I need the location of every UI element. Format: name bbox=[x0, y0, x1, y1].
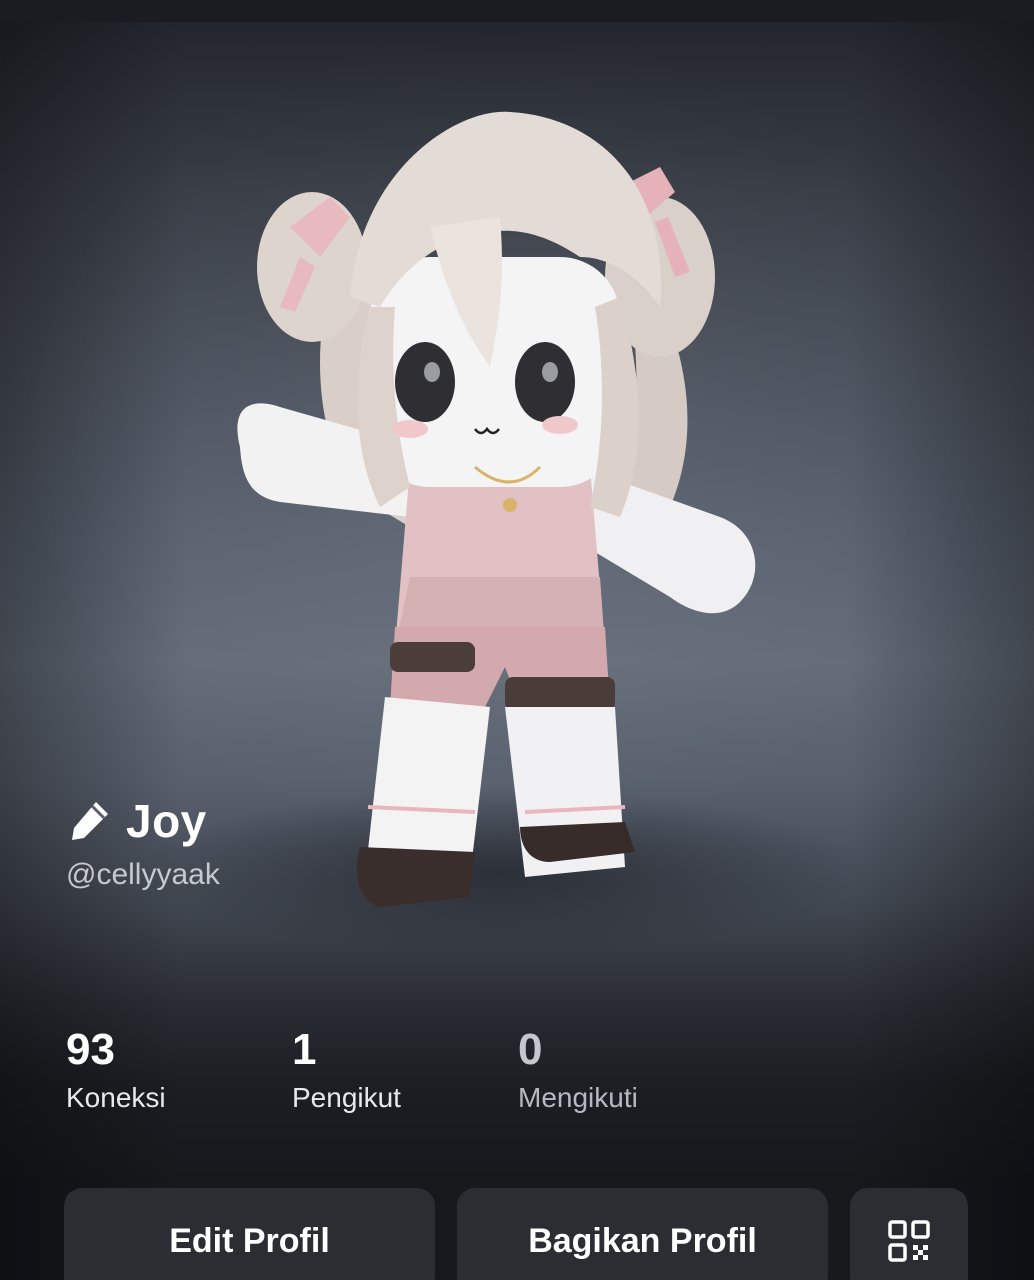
stat-following[interactable]: 0 Mengikuti bbox=[518, 1022, 638, 1114]
avatar-left-shoe bbox=[356, 847, 475, 907]
profile-actions: Edit Profil Bagikan Profil bbox=[64, 1188, 968, 1280]
edit-profile-button[interactable]: Edit Profil bbox=[64, 1188, 435, 1280]
stat-following-label: Mengikuti bbox=[518, 1082, 638, 1113]
avatar-left-eye bbox=[395, 342, 455, 422]
qr-code-icon bbox=[888, 1220, 930, 1262]
share-profile-button[interactable]: Bagikan Profil bbox=[457, 1188, 828, 1280]
avatar-left-blush bbox=[392, 420, 428, 438]
stat-connections-label: Koneksi bbox=[66, 1082, 166, 1113]
avatar-right-eye-shine bbox=[542, 362, 558, 382]
stat-followers[interactable]: 1 Pengikut bbox=[292, 1022, 518, 1114]
username: @cellyyaak bbox=[66, 858, 220, 891]
avatar-stage: Joy @cellyyaak 93 Koneksi 1 Pengikut 0 M… bbox=[0, 22, 1034, 1280]
profile-stats: 93 Koneksi 1 Pengikut 0 Mengikuti bbox=[66, 1022, 638, 1114]
qr-code-button[interactable] bbox=[850, 1188, 968, 1280]
stat-following-value: 0 bbox=[518, 1025, 543, 1074]
stat-connections-value: 93 bbox=[66, 1025, 115, 1074]
avatar-right-blush bbox=[542, 416, 578, 434]
stat-followers-value: 1 bbox=[292, 1025, 317, 1074]
stat-followers-label: Pengikut bbox=[292, 1082, 401, 1113]
avatar-left-band bbox=[390, 642, 475, 672]
avatar-left-eye-shine bbox=[424, 362, 440, 382]
avatar-pendant bbox=[503, 498, 517, 512]
avatar-3d-model[interactable] bbox=[220, 107, 780, 917]
avatar-right-eye bbox=[515, 342, 575, 422]
avatar-right-band bbox=[505, 677, 615, 711]
profile-identity: Joy @cellyyaak bbox=[66, 794, 220, 892]
pencil-icon[interactable] bbox=[66, 798, 112, 844]
stat-connections[interactable]: 93 Koneksi bbox=[66, 1022, 292, 1114]
top-strip bbox=[0, 0, 1034, 22]
display-name: Joy bbox=[126, 795, 207, 847]
display-name-row[interactable]: Joy bbox=[66, 794, 220, 848]
